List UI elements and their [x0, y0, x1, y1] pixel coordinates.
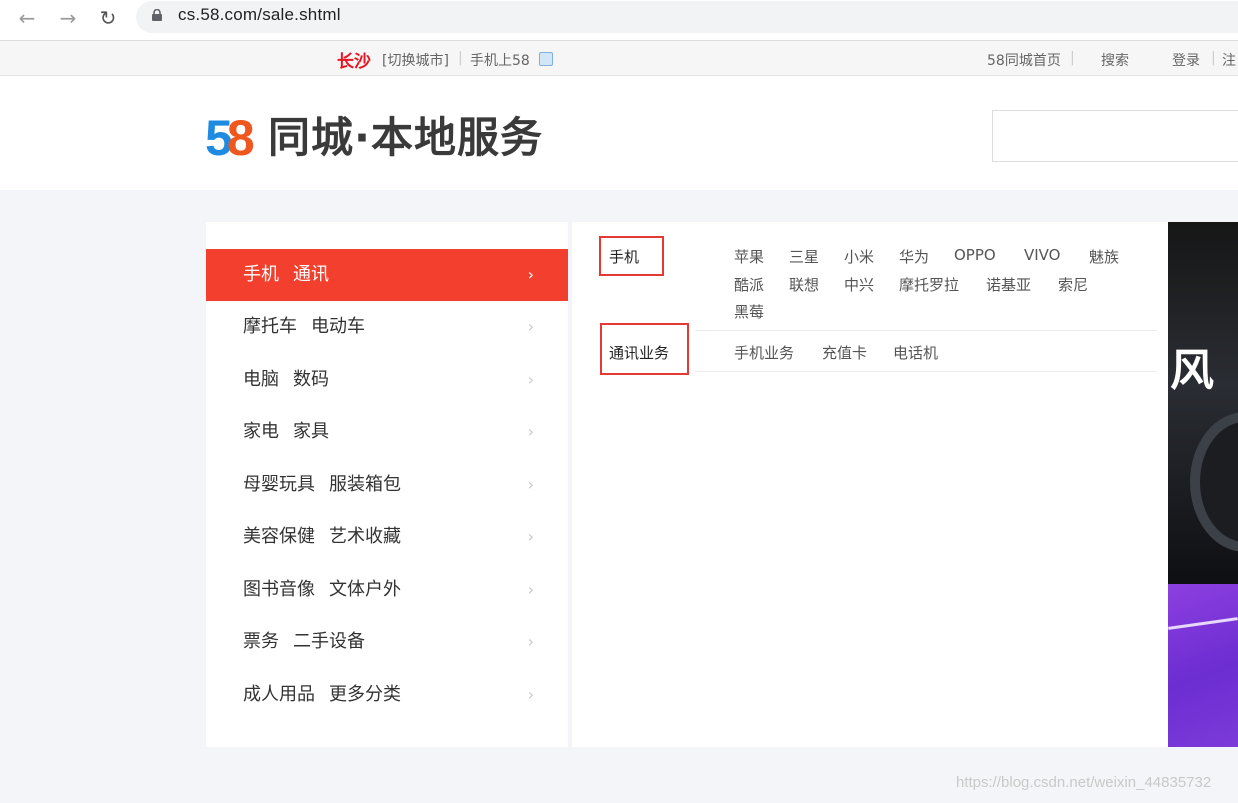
brand-link[interactable]: 酷派: [734, 274, 764, 295]
back-arrow-icon[interactable]: ←: [14, 6, 40, 30]
switch-city-link[interactable]: [切换城市]: [382, 50, 449, 70]
mobile-58-link[interactable]: 手机上58: [470, 50, 530, 70]
service-link[interactable]: 充值卡: [822, 342, 867, 363]
forward-arrow-icon[interactable]: →: [55, 6, 81, 30]
service-link[interactable]: 手机业务: [734, 342, 794, 363]
category-item[interactable]: 美容保健 艺术收藏 ›: [206, 511, 568, 563]
category-item[interactable]: 票务 二手设备 ›: [206, 616, 568, 668]
category-item[interactable]: 电脑 数码 ›: [206, 354, 568, 406]
login-link[interactable]: 登录: [1172, 50, 1200, 70]
promo-banner[interactable]: 风: [1168, 222, 1238, 747]
brand-link[interactable]: 索尼: [1058, 274, 1088, 295]
search-link[interactable]: 搜索: [1101, 50, 1129, 70]
lock-icon: [152, 9, 162, 21]
service-link[interactable]: 电话机: [893, 342, 938, 363]
brand-link[interactable]: 魅族: [1089, 246, 1119, 267]
separator: |: [458, 50, 463, 66]
current-city: 长沙: [337, 52, 371, 72]
brand-link[interactable]: 华为: [899, 246, 929, 267]
chevron-right-icon: ›: [527, 317, 534, 336]
subcategory-panel: 手机 苹果 三星 小米 华为 OPPO VIVO 魅族 酷派 联想 中兴 摩托罗…: [572, 222, 1168, 747]
brand-link[interactable]: 联想: [789, 274, 819, 295]
chevron-right-icon: ›: [527, 527, 534, 546]
category-sidebar: 手机 通讯 › 摩托车 电动车 › 电脑 数码 › 家电 家具 › 母婴玩具 服装箱包 ›…: [206, 222, 568, 747]
top-utility-bar: 长沙 [切换城市] | 手机上58 58同城首页 | 搜索 登录 | 注: [0, 40, 1238, 76]
banner-text: 风: [1170, 345, 1214, 396]
category-item[interactable]: 母婴玩具 服装箱包 ›: [206, 459, 568, 511]
banner-image-bottom: [1168, 584, 1238, 747]
reload-icon[interactable]: ↻: [95, 6, 121, 30]
browser-toolbar: ← → ↻ cs.58.com/sale.shtml: [0, 0, 1238, 40]
category-item[interactable]: 家电 家具 ›: [206, 406, 568, 458]
logo-text[interactable]: 同城·本地服务: [268, 112, 543, 164]
group-title-phone[interactable]: 手机: [609, 246, 639, 267]
group-title-telecom[interactable]: 通讯业务: [609, 342, 669, 363]
separator: |: [1070, 50, 1075, 66]
chevron-right-icon: ›: [527, 475, 534, 494]
home-link[interactable]: 58同城首页: [987, 50, 1061, 70]
category-item[interactable]: 图书音像 文体户外 ›: [206, 564, 568, 616]
chevron-right-icon: ›: [527, 632, 534, 651]
brand-link[interactable]: 诺基亚: [986, 274, 1031, 295]
brand-link[interactable]: 三星: [789, 246, 819, 267]
category-item[interactable]: 手机 通讯 ›: [206, 249, 568, 301]
watermark-text: https://blog.csdn.net/weixin_44835732: [956, 774, 1212, 791]
chevron-right-icon: ›: [527, 685, 534, 704]
search-input[interactable]: [992, 110, 1238, 162]
chevron-right-icon: ›: [527, 580, 534, 599]
brand-link[interactable]: OPPO: [954, 246, 996, 264]
brand-link[interactable]: 苹果: [734, 246, 764, 267]
separator: |: [1211, 50, 1216, 66]
chevron-right-icon: ›: [527, 422, 534, 441]
brand-link[interactable]: 小米: [844, 246, 874, 267]
brand-link[interactable]: 黑莓: [734, 301, 764, 322]
logo-58[interactable]: 58: [205, 110, 255, 166]
group-divider: [695, 371, 1157, 372]
brand-link[interactable]: VIVO: [1024, 246, 1061, 264]
chevron-right-icon: ›: [527, 265, 534, 284]
phone-icon[interactable]: [539, 52, 553, 66]
category-item[interactable]: 摩托车 电动车 ›: [206, 301, 568, 353]
url-text[interactable]: cs.58.com/sale.shtml: [178, 5, 341, 25]
group-divider: [695, 330, 1157, 331]
category-item[interactable]: 成人用品 更多分类 ›: [206, 669, 568, 721]
brand-link[interactable]: 摩托罗拉: [899, 274, 959, 295]
brand-link[interactable]: 中兴: [844, 274, 874, 295]
register-link[interactable]: 注: [1222, 50, 1236, 70]
chevron-right-icon: ›: [527, 370, 534, 389]
